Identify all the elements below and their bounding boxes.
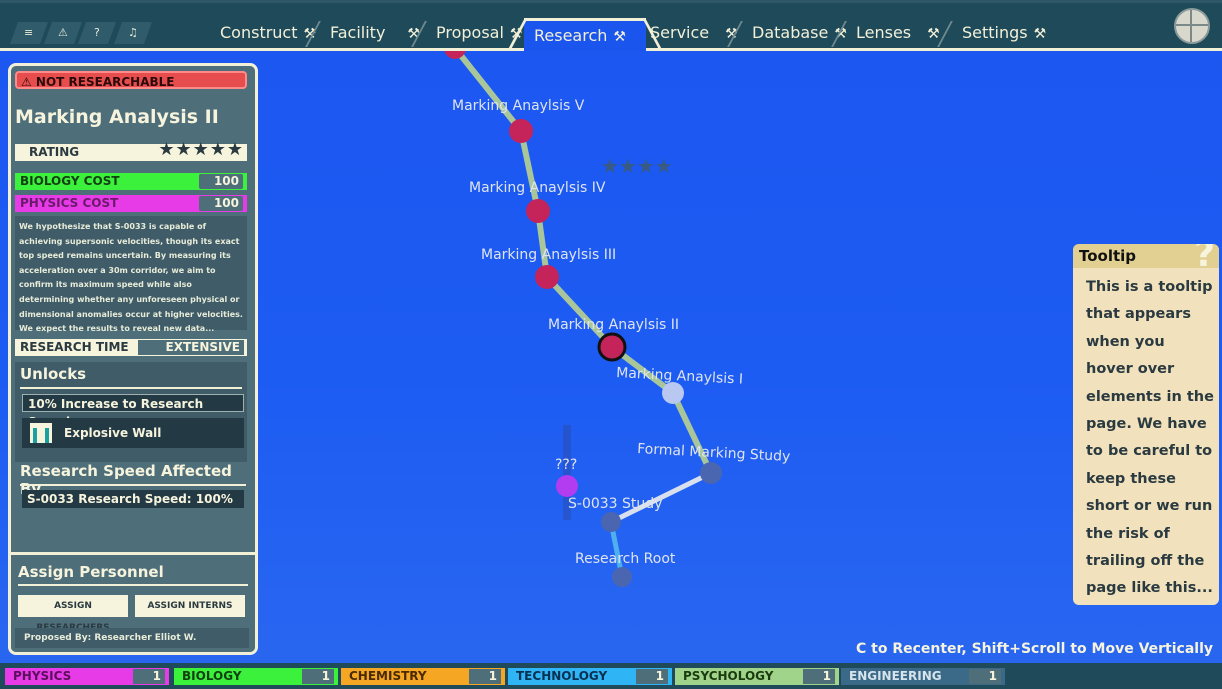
category-technology[interactable]: TECHNOLOGY 1 <box>508 668 672 685</box>
rating-stars: ★★★★★ <box>158 139 244 160</box>
wrench-icon: ⚒ <box>613 29 626 45</box>
tree-node-marking-analysis-v[interactable] <box>509 119 533 143</box>
tree-node-marking-analysis-ii[interactable] <box>597 332 627 362</box>
tab-research[interactable]: Research ⚒ <box>524 18 646 51</box>
category-biology[interactable]: BIOLOGY 1 <box>174 668 338 685</box>
tree-node-s0033-study[interactable] <box>601 512 621 532</box>
floating-stars: ★★★★ <box>601 154 673 178</box>
category-bar: PHYSICS 1 BIOLOGY 1 CHEMISTRY 1 TECHNOLOGY 1… <box>0 663 1222 689</box>
unlocks-title: Unlocks <box>20 365 87 383</box>
biology-cost-row: BIOLOGY COST 100 <box>15 173 247 190</box>
tree-link <box>452 46 524 133</box>
tree-link <box>670 391 714 475</box>
tree-node-marking-analysis-i[interactable] <box>662 382 684 404</box>
tab-facility[interactable]: Facility ⚒ <box>305 18 420 48</box>
category-count: 1 <box>469 669 501 684</box>
biology-cost-label: BIOLOGY COST <box>20 174 120 188</box>
category-psychology[interactable]: PSYCHOLOGY 1 <box>675 668 839 685</box>
category-count: 1 <box>803 669 835 684</box>
tab-database[interactable]: Database ⚒ <box>727 18 847 48</box>
help-icon: ? <box>1194 244 1215 275</box>
globe-icon[interactable] <box>1174 8 1210 44</box>
node-label: Marking Anaylsis III <box>481 247 616 263</box>
research-title: Marking Analysis II <box>15 106 219 128</box>
unlock-item-label: Explosive Wall <box>64 426 162 440</box>
research-description: We hypothesize that S-0033 is capable of… <box>15 216 247 333</box>
category-count: 1 <box>133 669 165 684</box>
research-time-label: RESEARCH TIME <box>20 340 129 354</box>
tree-node-marking-analysis-iii[interactable] <box>535 265 559 289</box>
assign-personnel-section: Assign Personnel ASSIGN RESEARCHERS ASSI… <box>11 552 255 652</box>
node-label: Marking Anaylsis I <box>616 365 744 388</box>
proposed-by: Proposed By: Researcher Elliot W. <box>15 628 249 648</box>
rating-label: RATING <box>29 145 80 159</box>
assign-researchers-button[interactable]: ASSIGN RESEARCHERS <box>18 595 128 633</box>
status-badge: ⚠ NOT RESEARCHABLE <box>15 71 247 89</box>
tab-construct[interactable]: Construct ⚒ <box>210 18 316 48</box>
assign-interns-button[interactable]: ASSIGN INTERNS <box>135 595 245 617</box>
node-label: Research Root <box>575 551 676 567</box>
tree-link <box>518 130 541 212</box>
physics-cost-label: PHYSICS COST <box>20 196 119 210</box>
research-time-value: EXTENSIVE <box>138 340 244 355</box>
node-label: S-0033 Study <box>568 496 662 512</box>
biology-cost-value: 100 <box>199 174 243 189</box>
tab-proposal[interactable]: Proposal⚒ <box>411 18 522 48</box>
assign-title: Assign Personnel <box>18 563 164 581</box>
physics-cost-value: 100 <box>199 196 243 211</box>
rating-row: RATING ★★★★★ <box>15 139 247 161</box>
tab-service[interactable]: Service ⚒ <box>640 18 738 48</box>
category-engineering[interactable]: ENGINEERING 1 <box>841 668 1005 685</box>
category-count: 1 <box>969 669 1001 684</box>
node-label: Formal Marking Study <box>637 441 791 465</box>
wall-icon <box>30 423 52 443</box>
tree-node-unknown[interactable] <box>556 475 578 497</box>
research-info-panel: ⚠ NOT RESEARCHABLE Marking Analysis II R… <box>8 63 258 655</box>
category-count: 1 <box>302 669 334 684</box>
wrench-icon: ⚒ <box>1033 26 1047 42</box>
category-count: 1 <box>636 669 668 684</box>
category-chemistry[interactable]: CHEMISTRY 1 <box>341 668 505 685</box>
tree-node-formal-marking-study[interactable] <box>700 462 722 484</box>
unlocks-section: Unlocks 10% Increase to Research Speed E… <box>15 362 247 462</box>
tree-node-marking-analysis-iv[interactable] <box>526 199 550 223</box>
affected-item: S-0033 Research Speed: 100% <box>22 490 244 508</box>
node-label: Marking Anaylsis V <box>452 98 585 114</box>
unlock-item[interactable]: 10% Increase to Research Speed <box>22 394 244 429</box>
tooltip: Tooltip ? This is a tooltip that appears… <box>1073 244 1219 605</box>
tree-node-research-root[interactable] <box>612 567 632 587</box>
bell-icon[interactable]: ♫ <box>113 22 153 44</box>
research-time-row: RESEARCH TIME EXTENSIVE <box>15 339 247 356</box>
node-label: ??? <box>555 457 577 473</box>
category-physics[interactable]: PHYSICS 1 <box>5 668 169 685</box>
node-label: Marking Anaylsis IV <box>469 180 606 196</box>
wrench-icon: ⚒ <box>927 26 940 42</box>
tab-lenses[interactable]: Lenses ⚒ <box>831 18 940 48</box>
top-bar: ≡ ⚠ ? ♫ Construct⚒ Facility⚒ Proposal⚒ R… <box>0 0 1222 51</box>
tooltip-body: This is a tooltip that appears when you … <box>1086 279 1214 597</box>
node-label: Marking Anaylsis II <box>548 317 679 333</box>
physics-cost-row: PHYSICS COST 100 <box>15 195 247 212</box>
warning-icon[interactable]: ⚠ <box>43 22 83 44</box>
tab-settings[interactable]: Settings ⚒ <box>937 18 1047 48</box>
menu-icon[interactable]: ≡ <box>9 22 49 44</box>
help-icon[interactable]: ? <box>77 22 117 44</box>
unlock-item-explosive-wall[interactable]: Explosive Wall <box>22 418 244 448</box>
controls-hint: C to Recenter, Shift+Scroll to Move Vert… <box>856 641 1213 657</box>
